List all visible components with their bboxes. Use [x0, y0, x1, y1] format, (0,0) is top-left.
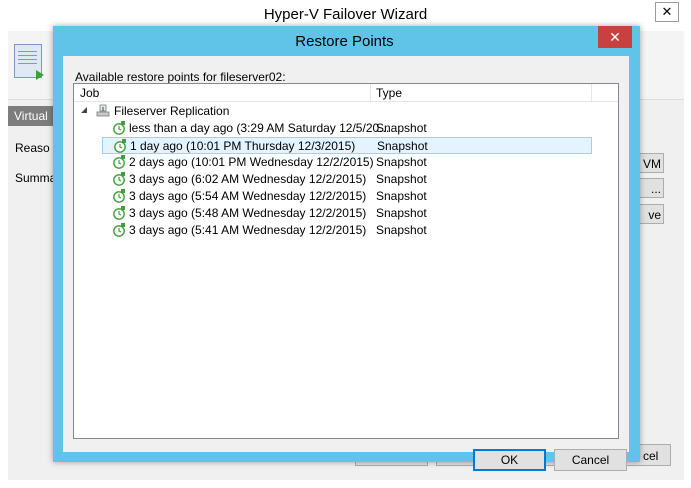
- collapse-triangle-icon[interactable]: [81, 107, 87, 113]
- restore-point-row[interactable]: 2 days ago (10:01 PM Wednesday 12/2/2015…: [74, 154, 618, 171]
- job-group-name: Fileserver Replication: [114, 104, 230, 118]
- restore-point-row[interactable]: less than a day ago (3:29 AM Saturday 12…: [74, 120, 618, 137]
- restore-point-name: 3 days ago (5:41 AM Wednesday 12/2/2015): [129, 223, 367, 237]
- restore-point-name: 3 days ago (6:02 AM Wednesday 12/2/2015): [129, 172, 367, 186]
- wizard-title: Hyper-V Failover Wizard: [263, 6, 428, 23]
- restore-point-type: Snapshot: [376, 121, 427, 135]
- restore-point-clock-icon: [113, 121, 125, 135]
- restore-point-type: Snapshot: [376, 155, 427, 169]
- restore-point-clock-icon: [113, 155, 125, 169]
- restore-point-clock-icon: [113, 172, 125, 186]
- restore-point-clock-icon: [113, 189, 125, 203]
- column-header-job[interactable]: Job: [80, 86, 99, 100]
- ok-button[interactable]: OK: [473, 449, 546, 471]
- dialog-content: Available restore points for fileserver0…: [63, 56, 629, 471]
- restore-point-row[interactable]: 1 day ago (10:01 PM Thursday 12/3/2015) S…: [102, 137, 592, 154]
- restore-point-type: Snapshot: [376, 172, 427, 186]
- restore-point-clock-icon: [114, 139, 126, 153]
- restore-point-clock-icon: [113, 206, 125, 220]
- restore-point-row[interactable]: 3 days ago (5:54 AM Wednesday 12/2/2015)…: [74, 188, 618, 205]
- dialog-title: Restore Points: [295, 33, 394, 50]
- cancel-button[interactable]: Cancel: [554, 449, 627, 471]
- restore-point-row[interactable]: 3 days ago (5:48 AM Wednesday 12/2/2015)…: [74, 205, 618, 222]
- restore-point-name: less than a day ago (3:29 AM Saturday 12…: [129, 121, 390, 135]
- restore-point-type: Snapshot: [376, 223, 427, 237]
- job-group-row[interactable]: Fileserver Replication: [74, 103, 618, 120]
- restore-point-name: 3 days ago (5:54 AM Wednesday 12/2/2015): [129, 189, 367, 203]
- dialog-close-icon[interactable]: ✕: [598, 26, 632, 48]
- replication-job-icon: [96, 104, 110, 117]
- restore-points-list[interactable]: Job Type Fileserver Replication less tha…: [73, 83, 619, 439]
- column-header-type[interactable]: Type: [376, 86, 402, 100]
- restore-point-row[interactable]: 3 days ago (5:41 AM Wednesday 12/2/2015)…: [74, 222, 618, 239]
- wizard-arrow-icon: [36, 70, 44, 80]
- column-divider[interactable]: [591, 84, 592, 101]
- wizard-step-reason[interactable]: Reaso: [15, 141, 50, 155]
- wizard-close-icon[interactable]: ✕: [655, 2, 679, 22]
- restore-point-name: 1 day ago (10:01 PM Thursday 12/3/2015): [130, 139, 356, 153]
- restore-point-row[interactable]: 3 days ago (6:02 AM Wednesday 12/2/2015)…: [74, 171, 618, 188]
- restore-points-label: Available restore points for fileserver0…: [75, 70, 286, 84]
- restore-point-name: 2 days ago (10:01 PM Wednesday 12/2/2015…: [129, 155, 374, 169]
- restore-point-name: 3 days ago (5:48 AM Wednesday 12/2/2015): [129, 206, 367, 220]
- wizard-step-summary[interactable]: Summa: [15, 171, 56, 185]
- restore-point-type: Snapshot: [377, 139, 428, 153]
- restore-point-clock-icon: [113, 223, 125, 237]
- restore-points-dialog: Restore Points ✕ Available restore point…: [53, 26, 640, 471]
- restore-point-type: Snapshot: [376, 206, 427, 220]
- restore-point-type: Snapshot: [376, 189, 427, 203]
- column-divider[interactable]: [370, 84, 371, 101]
- list-header: Job Type: [74, 84, 618, 102]
